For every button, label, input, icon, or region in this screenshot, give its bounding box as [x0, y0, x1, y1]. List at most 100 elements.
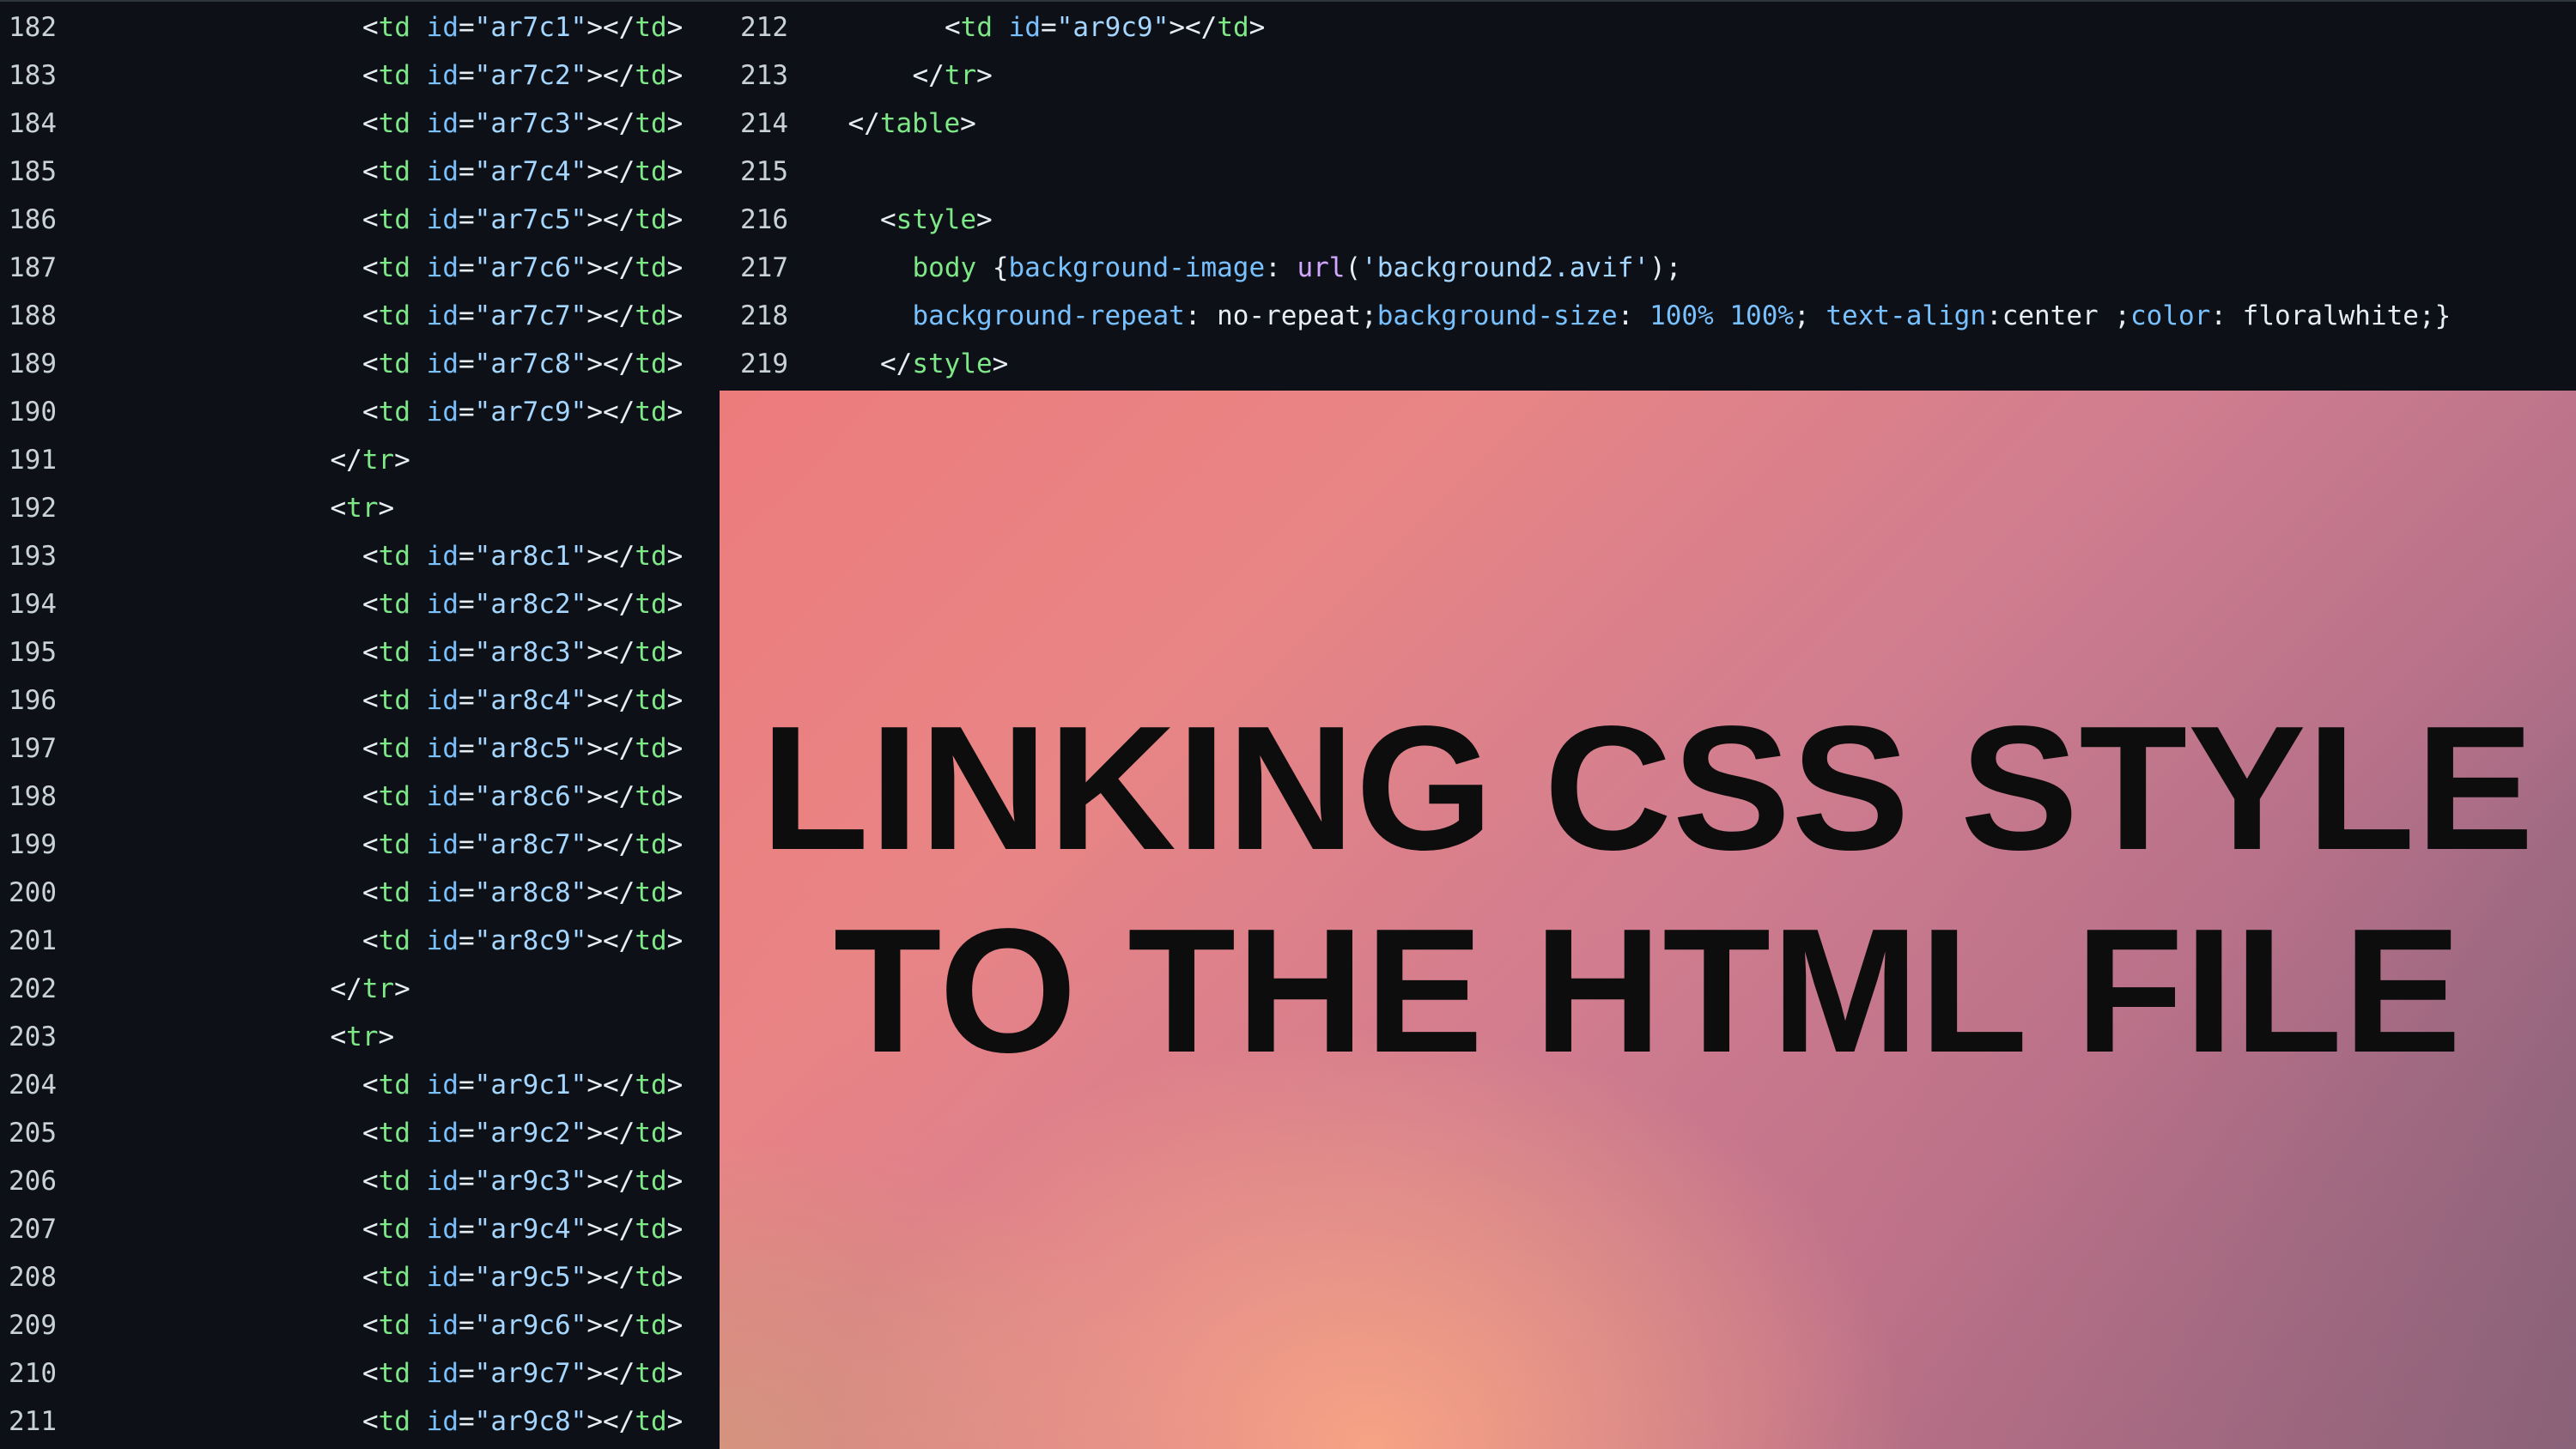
code-line[interactable]: 194 <td id="ar8c2"></td>	[0, 580, 720, 628]
code-content: <td id="ar8c2"></td>	[362, 580, 683, 628]
tag-name: td	[635, 733, 667, 764]
code-line[interactable]: 216 <style>	[720, 196, 2576, 244]
code-line[interactable]: 209 <td id="ar9c6"></td>	[0, 1301, 720, 1349]
code-content: <td id="ar8c1"></td>	[362, 532, 683, 580]
attribute-name: id	[426, 781, 459, 812]
code-token: =	[459, 252, 475, 283]
line-number: 206	[9, 1166, 57, 1197]
tag-name: td	[378, 300, 410, 331]
code-line[interactable]: 208 <td id="ar9c5"></td>	[0, 1253, 720, 1301]
tag-name: td	[960, 12, 993, 43]
code-line[interactable]: 213 </tr>	[720, 52, 2576, 100]
css-token: background-image	[1008, 252, 1266, 283]
line-number: 213	[740, 60, 788, 91]
code-token: =	[459, 1310, 475, 1341]
code-line[interactable]: 205 <td id="ar9c2"></td>	[0, 1109, 720, 1157]
code-token: </	[848, 108, 880, 139]
css-token: ;}	[2418, 300, 2451, 331]
code-token: </	[330, 973, 362, 1004]
code-token: </	[330, 445, 362, 476]
code-line[interactable]: 187 <td id="ar7c6"></td>	[0, 244, 720, 292]
code-token: =	[459, 1406, 475, 1437]
code-token: ></	[1169, 12, 1218, 43]
code-token: >	[666, 733, 683, 764]
code-line[interactable]: 188 <td id="ar7c7"></td>	[0, 292, 720, 340]
code-line[interactable]: 212 <td id="ar9c9"></td>	[720, 3, 2576, 52]
code-line[interactable]: 183 <td id="ar7c2"></td>	[0, 52, 720, 100]
line-number: 185	[9, 156, 57, 187]
code-content: </style>	[880, 340, 1008, 388]
code-token: =	[459, 685, 475, 716]
code-line[interactable]: 219 </style>	[720, 340, 2576, 388]
css-token: no-repeat	[1217, 300, 1362, 331]
attribute-name: id	[426, 397, 459, 427]
attribute-name: id	[426, 300, 459, 331]
code-token: ></	[586, 541, 635, 572]
attribute-name: id	[426, 60, 459, 91]
code-line[interactable]: 207 <td id="ar9c4"></td>	[0, 1205, 720, 1253]
code-line[interactable]: 204 <td id="ar9c1"></td>	[0, 1061, 720, 1109]
code-line[interactable]: 211 <td id="ar9c8"></td>	[0, 1397, 720, 1446]
line-number: 200	[9, 877, 57, 908]
code-editor-right[interactable]: 212 <td id="ar9c9"></td> 213 </tr> 214 </tabl…	[720, 0, 2576, 391]
code-line[interactable]: 182 <td id="ar7c1"></td>	[0, 3, 720, 52]
code-line[interactable]: 199 <td id="ar8c7"></td>	[0, 821, 720, 869]
tag-name: table	[879, 108, 961, 139]
css-token: ;	[1361, 300, 1377, 331]
code-line[interactable]: 196 <td id="ar8c4"></td>	[0, 676, 720, 724]
code-line[interactable]: 193 <td id="ar8c1"></td>	[0, 532, 720, 580]
code-content: <td id="ar7c1"></td>	[362, 3, 683, 52]
line-number: 210	[9, 1358, 57, 1389]
code-line[interactable]: 203 <tr>	[0, 1013, 720, 1061]
attribute-name: id	[426, 156, 459, 187]
code-token: <	[362, 397, 379, 427]
attribute-value: "ar9c1"	[474, 1070, 587, 1100]
code-line[interactable]: 202 </tr>	[0, 965, 720, 1013]
code-line[interactable]: 186 <td id="ar7c5"></td>	[0, 196, 720, 244]
code-line[interactable]: 215	[720, 148, 2576, 196]
code-line[interactable]: 200 <td id="ar8c8"></td>	[0, 869, 720, 917]
code-line[interactable]: 191 </tr>	[0, 436, 720, 484]
tag-name: td	[378, 60, 410, 91]
code-line[interactable]: 192 <tr>	[0, 484, 720, 532]
attribute-value: "ar7c6"	[474, 252, 587, 283]
css-token: color	[2130, 300, 2211, 331]
code-line[interactable]: 195 <td id="ar8c3"></td>	[0, 628, 720, 676]
code-token: <	[362, 877, 379, 908]
code-token: <	[362, 637, 379, 668]
code-token: ></	[586, 589, 635, 620]
code-line[interactable]: 210 <td id="ar9c7"></td>	[0, 1349, 720, 1397]
code-line[interactable]: 184 <td id="ar7c3"></td>	[0, 100, 720, 148]
code-line[interactable]: 217 body {background-image: url('backgrou…	[720, 244, 2576, 292]
tag-name: tr	[346, 493, 379, 524]
code-line[interactable]: 206 <td id="ar9c3"></td>	[0, 1157, 720, 1205]
code-line[interactable]: 185 <td id="ar7c4"></td>	[0, 148, 720, 196]
code-token: >	[666, 637, 683, 668]
tag-name: tr	[944, 60, 977, 91]
code-line[interactable]: 190 <td id="ar7c9"></td>	[0, 388, 720, 436]
code-content: <style>	[880, 196, 993, 244]
code-token: =	[459, 1358, 475, 1389]
code-content: </tr>	[331, 436, 410, 484]
tag-name: td	[635, 156, 667, 187]
code-line[interactable]: 198 <td id="ar8c6"></td>	[0, 773, 720, 821]
code-content: <td id="ar9c1"></td>	[362, 1061, 683, 1109]
code-line[interactable]: 189 <td id="ar7c8"></td>	[0, 340, 720, 388]
code-content: <td id="ar7c6"></td>	[362, 244, 683, 292]
code-editor-left[interactable]: 182 <td id="ar7c1"></td> 183 <td id="ar7c2"…	[0, 0, 720, 1449]
code-line[interactable]: 197 <td id="ar8c5"></td>	[0, 724, 720, 773]
code-token: ></	[586, 877, 635, 908]
tag-name: td	[378, 637, 410, 668]
line-number: 218	[740, 300, 788, 331]
tag-name: td	[378, 1214, 410, 1245]
code-token: >	[666, 1406, 683, 1437]
code-line[interactable]: 201 <td id="ar8c9"></td>	[0, 917, 720, 965]
attribute-name: id	[426, 12, 459, 43]
code-line[interactable]: 214 </table>	[720, 100, 2576, 148]
code-line[interactable]: 218 background-repeat: no-repeat;backgrou…	[720, 292, 2576, 340]
